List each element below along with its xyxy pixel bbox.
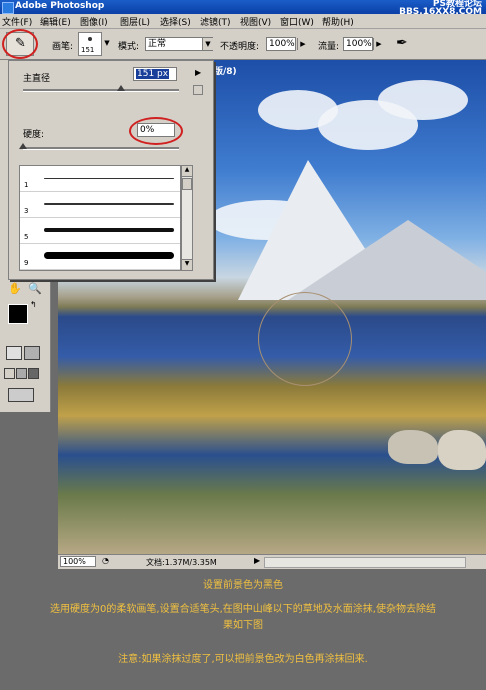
flow-dropdown-arrow-icon[interactable]: ▶ [373,38,384,50]
brush-preset-row[interactable]: 3 [20,192,180,218]
rock [438,430,486,470]
document-size-info: 文档:1.37M/3.35M [146,558,217,567]
menu-window[interactable]: 窗口(W) [280,15,314,28]
jump-to-imageready-icon[interactable] [8,388,34,402]
brush-stroke-preview [44,228,174,232]
info-menu-icon[interactable]: ◔ [102,556,109,565]
opacity-dropdown-arrow-icon[interactable]: ▶ [297,38,308,50]
caption-line-4: 注意:如果涂抹过度了,可以把前景色改为白色再涂抹回来. [118,654,368,665]
menu-edit[interactable]: 编辑(E) [40,15,71,28]
brush-label: 画笔: [52,42,74,52]
caption-line-2: 选用硬度为0的柔软画笔,设置合适笔头,在图中山峰以下的草地及水面涂抹,使杂物去除… [50,604,436,615]
window-title: Adobe Photoshop [15,1,105,11]
hand-tool-icon[interactable]: ✋ [8,282,22,295]
brush-preset-row[interactable]: 9 [20,244,180,270]
flow-input[interactable]: 100% [343,37,373,51]
caption-line-3: 果如下图 [223,620,263,631]
brush-preset-row[interactable]: 5 [20,218,180,244]
brush-preset-panel: 主直径 151 px ▶ 硬度: 0% 1 3 5 9 ▲ ▼ [8,60,214,280]
caption-line-1: 设置前景色为黑色 [203,580,283,591]
scroll-up-icon[interactable]: ▲ [182,166,192,177]
mountain-ridge [288,220,486,300]
hardness-label: 硬度: [23,130,45,140]
screen-mode-full-icon[interactable] [28,368,39,379]
mode-label: 模式: [118,42,140,52]
brush-preset-row[interactable]: 1 [20,166,180,192]
brush-stroke-preview [44,252,174,259]
zoom-field[interactable]: 100% [60,556,96,567]
save-preset-icon[interactable] [193,85,203,95]
scroll-down-icon[interactable]: ▼ [182,259,192,270]
hardness-slider-track[interactable] [23,147,179,150]
title-bar: Adobe Photoshop PS教程论坛 BBS.16XX8.COM [0,0,486,17]
rock [388,430,438,464]
status-bar: 100% ◔ 文档:1.37M/3.35M ▶ [58,554,486,569]
master-diameter-label: 主直径 [23,74,51,84]
brush-preset-list[interactable]: 1 3 5 9 [19,165,181,271]
brush-preset-picker[interactable]: 151 [78,32,102,56]
panel-menu-arrow-icon[interactable]: ▶ [195,68,201,77]
screen-mode-standard-icon[interactable] [4,368,15,379]
opacity-label: 不透明度: [220,42,260,52]
brush-tip-icon [88,37,92,41]
brush-cursor [258,292,352,386]
hardness-slider-thumb[interactable] [19,143,27,149]
photoshop-logo-icon [2,2,14,14]
highlight-circle-tool [2,29,38,59]
scroll-thumb[interactable] [182,178,192,190]
menu-view[interactable]: 视图(V) [240,15,271,28]
highlight-circle-hardness [129,117,183,145]
menu-help[interactable]: 帮助(H) [322,15,354,28]
opacity-input[interactable]: 100% [266,37,296,51]
menu-layer[interactable]: 图层(L) [120,15,150,28]
diameter-slider-track[interactable] [23,89,179,92]
quick-mask-mode-icon[interactable] [24,346,40,360]
info-arrow-icon[interactable]: ▶ [254,556,260,565]
diameter-slider-thumb[interactable] [117,85,125,91]
menu-image[interactable]: 图像(I) [80,15,108,28]
diameter-input[interactable]: 151 px [133,67,177,81]
zoom-tool-icon[interactable]: 🔍 [28,282,42,295]
foreground-color-swatch[interactable] [8,304,28,324]
cloud-shape [378,80,468,120]
swap-colors-icon[interactable]: ↰ [30,300,37,309]
brush-dropdown-arrow-icon[interactable]: ▼ [101,37,112,49]
brush-size-text: 151 [81,46,95,54]
brush-stroke-preview [44,203,174,205]
menu-file[interactable]: 文件(F) [2,15,32,28]
menu-bar: 文件(F) 编辑(E) 图像(I) 图层(L) 选择(S) 滤镜(T) 视图(V… [0,14,486,29]
brush-stroke-preview [44,178,174,179]
airbrush-icon[interactable]: ✒ [396,35,408,51]
flow-label: 流量: [318,42,340,52]
standard-mode-icon[interactable] [6,346,22,360]
mode-dropdown-arrow-icon[interactable]: ▼ [202,38,213,50]
screen-mode-full-menu-icon[interactable] [16,368,27,379]
brush-list-scrollbar[interactable]: ▲ ▼ [181,165,193,271]
horizontal-scrollbar[interactable] [264,557,466,568]
menu-filter[interactable]: 滤镜(T) [200,15,231,28]
options-bar: ✎ 画笔: 151 ▼ 模式: 正常 ▼ 不透明度: 100% ▶ 流量: 10… [0,29,486,60]
menu-select[interactable]: 选择(S) [160,15,191,28]
